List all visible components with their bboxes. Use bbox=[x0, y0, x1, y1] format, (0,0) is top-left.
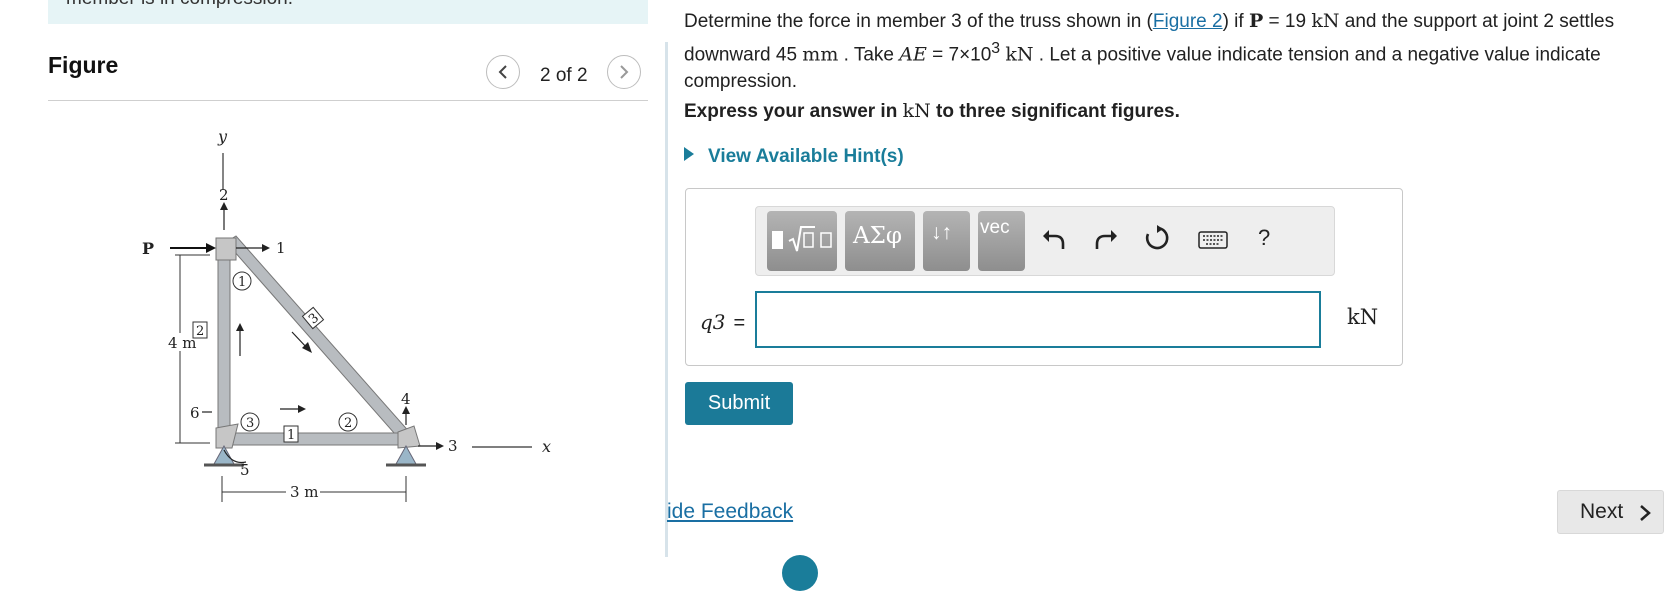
truss-figure: y 4 m x P 1 2 3 4 5 6 2 1 3 1 2 3 3 m bbox=[142, 127, 551, 502]
dof-4-label: 4 bbox=[401, 390, 411, 408]
math-toolbar: ΑΣφ ↓↑ vec ? bbox=[755, 206, 1335, 276]
dof-6-label: 6 bbox=[190, 404, 200, 422]
svg-text:1: 1 bbox=[287, 428, 295, 443]
caret-right-icon bbox=[684, 147, 694, 161]
answer-input[interactable] bbox=[755, 291, 1321, 348]
templates-button[interactable] bbox=[767, 211, 837, 271]
chevron-right-icon bbox=[1640, 505, 1651, 521]
svg-text:2: 2 bbox=[196, 324, 204, 339]
chevron-right-icon bbox=[620, 65, 629, 79]
dof-2-label: 2 bbox=[219, 186, 229, 204]
next-button[interactable]: Next bbox=[1557, 490, 1664, 534]
answer-instruction: Express your answer in kN to three signi… bbox=[684, 100, 1180, 122]
svg-text:2: 2 bbox=[344, 416, 352, 431]
svg-text:1: 1 bbox=[238, 275, 246, 290]
member-3-direction-arrow bbox=[298, 405, 306, 413]
reset-icon[interactable] bbox=[1144, 225, 1170, 251]
dof-3-arrow bbox=[436, 442, 444, 450]
figure-divider bbox=[48, 100, 648, 101]
member-1-direction-arrow bbox=[236, 323, 244, 331]
figure-2-link[interactable]: Figure 2 bbox=[1153, 11, 1223, 32]
greek-symbols-button[interactable]: ΑΣφ bbox=[845, 211, 915, 271]
pin-support-left bbox=[213, 444, 235, 465]
problem-statement: Determine the force in member 3 of the t… bbox=[684, 10, 1615, 93]
member-horizontal bbox=[221, 432, 413, 446]
pin-support-right bbox=[395, 444, 417, 465]
previous-hint-strip: member is in compression. bbox=[48, 0, 648, 24]
view-hints-link[interactable]: View Available Hint(s) bbox=[684, 146, 904, 168]
redo-icon[interactable] bbox=[1093, 225, 1119, 251]
submit-button[interactable]: Submit bbox=[685, 382, 793, 425]
figure-title: Figure bbox=[48, 52, 119, 78]
hint-strip-text: member is in compression. bbox=[66, 0, 293, 10]
y-axis-label: y bbox=[217, 127, 228, 146]
dof-1-arrow bbox=[262, 244, 270, 252]
previous-figure-button[interactable] bbox=[486, 55, 520, 89]
dof-1-label: 1 bbox=[276, 239, 286, 257]
panel-divider bbox=[665, 42, 668, 557]
figure-page-indicator: 2 of 2 bbox=[540, 65, 588, 86]
member-vertical bbox=[217, 249, 231, 441]
dof-5-label: 5 bbox=[240, 461, 250, 479]
height-dimension: 4 m bbox=[168, 334, 197, 352]
vector-button[interactable]: vec bbox=[978, 211, 1025, 271]
member-diagonal bbox=[225, 235, 413, 443]
fraction-sqrt-icon bbox=[772, 226, 832, 252]
joint-top-plate bbox=[215, 237, 237, 261]
chevron-left-icon bbox=[498, 65, 507, 79]
help-button[interactable]: ? bbox=[1258, 225, 1270, 251]
x-axis-label: x bbox=[542, 437, 551, 456]
answer-variable-label: q3 = bbox=[700, 310, 746, 334]
arrows-button[interactable]: ↓↑ bbox=[923, 211, 970, 271]
provide-feedback-link[interactable]: ide Feedback bbox=[667, 500, 793, 524]
keyboard-icon[interactable] bbox=[1198, 231, 1228, 249]
width-dimension: 3 m bbox=[290, 483, 319, 501]
dof-3-label: 3 bbox=[448, 437, 458, 455]
answer-unit: kN bbox=[1347, 305, 1379, 329]
undo-icon[interactable] bbox=[1041, 225, 1067, 251]
svg-text:3: 3 bbox=[246, 416, 254, 431]
chat-bubble-icon[interactable] bbox=[782, 555, 818, 591]
next-figure-button[interactable] bbox=[607, 55, 641, 89]
load-p-label: P bbox=[142, 239, 154, 258]
